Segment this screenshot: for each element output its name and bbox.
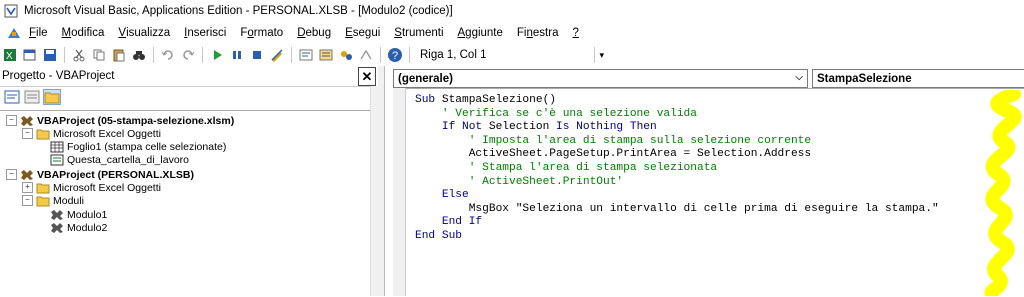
menu-item-file[interactable]: File	[22, 27, 55, 39]
svg-text:X: X	[6, 51, 13, 62]
code-line[interactable]: ' Verifica se c'è una selezione valida	[415, 108, 939, 122]
worksheet-icon	[50, 141, 64, 152]
menu-item-aggiunte[interactable]: Aggiunte	[451, 27, 510, 39]
toolbox-icon[interactable]	[357, 47, 375, 63]
tree-node-excel-objects[interactable]: − Microsoft Excel Oggetti	[22, 127, 161, 140]
folder-icon	[36, 129, 50, 139]
tree-node-project-stampa[interactable]: − VBAProject (05-stampa-selezione.xlsm)	[6, 114, 234, 127]
run-icon[interactable]	[208, 47, 226, 63]
project-explorer-titlebar: Progetto - VBAProject ✕	[0, 66, 378, 87]
paste-icon[interactable]	[110, 47, 128, 63]
code-line[interactable]: End Sub	[415, 230, 939, 244]
copy-icon[interactable]	[90, 47, 108, 63]
cut-icon[interactable]	[70, 47, 88, 63]
toolbar-divider	[594, 47, 596, 63]
module-icon	[51, 222, 63, 233]
view-object-icon[interactable]	[24, 90, 40, 104]
workbook-icon	[50, 154, 64, 165]
menu-item-strumenti[interactable]: Strumenti	[387, 27, 450, 39]
menu-item-[interactable]: ?	[565, 27, 585, 39]
reset-icon[interactable]	[248, 47, 266, 63]
procedure-combo[interactable]: StampaSelezione	[812, 69, 1024, 88]
menu-item-modifica[interactable]: Modifica	[55, 27, 112, 39]
excel-icon[interactable]: X	[1, 47, 19, 63]
tree-node-project-personal[interactable]: − VBAProject (PERSONAL.XLSB)	[6, 168, 194, 181]
break-icon[interactable]	[228, 47, 246, 63]
toolbar-divider	[409, 47, 410, 63]
save-icon[interactable]	[41, 47, 59, 63]
design-mode-icon[interactable]	[268, 47, 286, 63]
menu-bar: File Modifica Visualizza Inserisci Fo rmato De…	[0, 22, 1024, 44]
tree-node-foglio1[interactable]: Foglio1 (stampa celle selezionate)	[50, 140, 226, 153]
code-line[interactable]: ' Stampa l'area di stampa selezionata	[415, 162, 939, 176]
vbaproject-icon	[21, 115, 33, 126]
object-combo-value: (generale)	[398, 72, 453, 85]
standard-toolbar: X ? Riga 1, Col 1 ▾	[0, 44, 1024, 66]
collapse-icon[interactable]: −	[6, 169, 17, 180]
menu-item-finestra[interactable]: Fi n estra	[510, 27, 566, 39]
procedure-combo-value: StampaSelezione	[817, 72, 912, 85]
excel-view-icon[interactable]	[6, 26, 22, 40]
toggle-folders-icon[interactable]	[43, 89, 61, 105]
menu-item-inserisci[interactable]: Inserisci	[177, 27, 233, 39]
redo-icon[interactable]	[179, 47, 197, 63]
folder-icon	[36, 183, 50, 193]
pane-splitter[interactable]	[378, 66, 385, 296]
find-icon[interactable]	[130, 47, 148, 63]
svg-text:?: ?	[392, 50, 398, 62]
window-title: Microsoft Visual Basic, Applications Edi…	[24, 5, 453, 17]
collapse-icon[interactable]: −	[22, 128, 33, 139]
code-line[interactable]: ' ActiveSheet.PrintOut'	[415, 176, 939, 190]
undo-icon[interactable]	[159, 47, 177, 63]
toolbar-divider	[380, 47, 381, 63]
menu-item-formato[interactable]: Fo rmato	[233, 27, 290, 39]
object-combo[interactable]: (generale) ⌵	[393, 69, 808, 88]
code-line[interactable]: ActiveSheet.PageSetup.PrintArea = Select…	[415, 148, 939, 162]
code-line[interactable]: Else	[415, 189, 939, 203]
insert-userform-icon[interactable]	[21, 47, 39, 63]
toolbar-divider	[291, 47, 292, 63]
project-explorer-title: Progetto - VBAProject	[2, 70, 115, 82]
code-line[interactable]: MsgBox "Seleziona un intervallo di celle…	[415, 203, 939, 217]
tree-node-modulo2[interactable]: Modulo2	[50, 221, 107, 234]
menu-item-debug[interactable]: Debug	[290, 27, 338, 39]
help-icon[interactable]: ?	[386, 47, 404, 63]
object-browser-icon[interactable]	[337, 47, 355, 63]
toolbar-divider	[153, 47, 154, 63]
close-icon[interactable]: ✕	[358, 67, 376, 86]
module-icon	[51, 209, 63, 220]
properties-window-icon[interactable]	[317, 47, 335, 63]
title-bar: Microsoft Visual Basic, Applications Edi…	[0, 0, 1024, 22]
expand-icon[interactable]: +	[22, 182, 33, 193]
vbaproject-icon	[21, 169, 33, 180]
code-line[interactable]: If Not Selection Is Nothing Then	[415, 121, 939, 135]
code-text[interactable]: Sub StampaSelezione() ' Verifica se c'è …	[415, 94, 939, 244]
menu-item-visualizza[interactable]: Visualizza	[111, 27, 177, 39]
project-explorer-icon[interactable]	[297, 47, 315, 63]
tree-node-modulo1[interactable]: Modulo1	[50, 208, 107, 221]
toolbar-divider	[202, 47, 203, 63]
highlight-scribble	[984, 90, 1022, 296]
folder-icon	[36, 196, 50, 206]
vba-app-icon	[4, 4, 18, 18]
toolbar-options-icon[interactable]: ▾	[599, 50, 604, 61]
collapse-icon[interactable]: −	[22, 195, 33, 206]
code-margin	[393, 88, 406, 296]
menu-item-esegui[interactable]: Esegui	[338, 27, 387, 39]
cursor-position: Riga 1, Col 1	[420, 49, 487, 61]
code-line[interactable]: End If	[415, 216, 939, 230]
collapse-icon[interactable]: −	[6, 115, 17, 126]
code-line[interactable]: ' Imposta l'area di stampa sulla selezio…	[415, 135, 939, 149]
tree-node-questa-cartella[interactable]: Questa_cartella_di_lavoro	[50, 153, 189, 166]
chevron-down-icon[interactable]: ⌵	[795, 72, 803, 83]
toolbar-divider	[64, 47, 65, 63]
view-code-icon[interactable]	[4, 90, 20, 104]
code-line[interactable]: Sub StampaSelezione()	[415, 94, 939, 108]
tree-node-moduli[interactable]: − Moduli	[22, 194, 84, 207]
project-tree: − VBAProject (05-stampa-selezione.xlsm) …	[0, 110, 370, 297]
tree-node-excel-objects-personal[interactable]: + Microsoft Excel Oggetti	[22, 181, 161, 194]
project-explorer-toolbar	[0, 86, 370, 108]
